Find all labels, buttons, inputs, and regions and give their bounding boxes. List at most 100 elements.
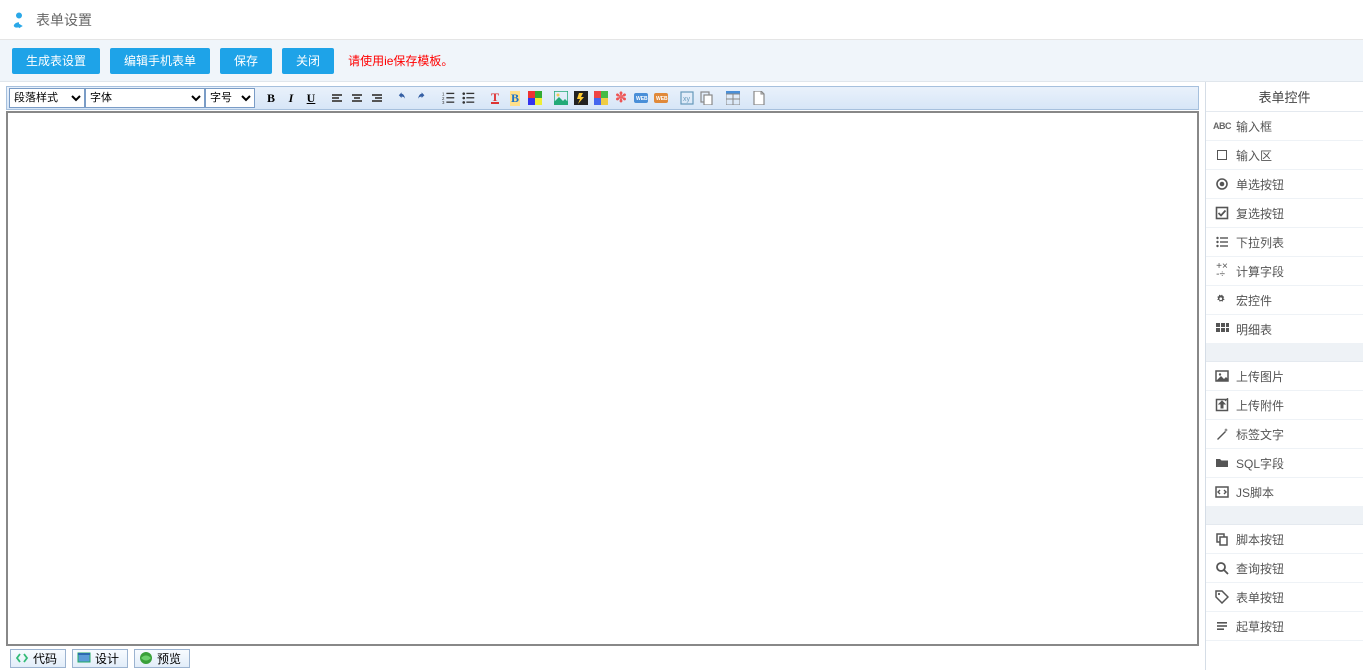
control-js[interactable]: JS脚本 bbox=[1206, 478, 1363, 507]
preview-tab[interactable]: 预览 bbox=[134, 649, 190, 668]
control-label: 上传附件 bbox=[1236, 397, 1284, 414]
calc-icon: +×-÷ bbox=[1214, 263, 1230, 279]
control-draftbtn[interactable]: 起草按钮 bbox=[1206, 612, 1363, 641]
new-page-button[interactable] bbox=[749, 88, 769, 108]
sidebar-heading: 表单控件 bbox=[1206, 82, 1363, 112]
control-label: 计算字段 bbox=[1236, 263, 1284, 280]
web-editor2-button[interactable]: WEB bbox=[651, 88, 671, 108]
control-input[interactable]: ABC 输入框 bbox=[1206, 112, 1363, 141]
control-select[interactable]: 下拉列表 bbox=[1206, 228, 1363, 257]
control-label: 上传图片 bbox=[1236, 368, 1284, 385]
insert-template-button[interactable] bbox=[697, 88, 717, 108]
formbtn-icon bbox=[1214, 589, 1230, 605]
insert-table-button[interactable] bbox=[723, 88, 743, 108]
control-radio[interactable]: 单选按钮 bbox=[1206, 170, 1363, 199]
unordered-list-button[interactable] bbox=[459, 88, 479, 108]
draftbtn-icon bbox=[1214, 618, 1230, 634]
js-icon bbox=[1214, 484, 1230, 500]
control-textarea[interactable]: 输入区 bbox=[1206, 141, 1363, 170]
control-label: 标签文字 bbox=[1236, 426, 1284, 443]
form-settings-icon bbox=[10, 11, 28, 29]
font-family-select[interactable]: 字体 bbox=[85, 88, 205, 108]
control-label: 表单按钮 bbox=[1236, 589, 1284, 606]
sidebar-divider bbox=[1206, 344, 1363, 362]
control-formbtn[interactable]: 表单按钮 bbox=[1206, 583, 1363, 612]
upfile-icon bbox=[1214, 397, 1230, 413]
control-label: 明细表 bbox=[1236, 321, 1272, 338]
control-upfile[interactable]: 上传附件 bbox=[1206, 391, 1363, 420]
control-label: 起草按钮 bbox=[1236, 618, 1284, 635]
ordered-list-button[interactable]: 123 bbox=[439, 88, 459, 108]
edit-mobile-form-button[interactable]: 编辑手机表单 bbox=[110, 48, 210, 74]
web-editor-button[interactable]: WEB bbox=[631, 88, 651, 108]
control-label: JS脚本 bbox=[1236, 484, 1274, 501]
control-scriptbtn[interactable]: 脚本按钮 bbox=[1206, 525, 1363, 554]
scriptbtn-icon bbox=[1214, 531, 1230, 547]
preview-tab-label: 预览 bbox=[157, 650, 181, 667]
align-center-button[interactable] bbox=[347, 88, 367, 108]
macro-icon bbox=[1214, 292, 1230, 308]
editor-mode-tabs: 代码 设计 预览 bbox=[6, 646, 1199, 670]
control-detail[interactable]: 明细表 bbox=[1206, 315, 1363, 344]
control-querybtn[interactable]: 查询按钮 bbox=[1206, 554, 1363, 583]
control-sql[interactable]: SQL字段 bbox=[1206, 449, 1363, 478]
generate-table-button[interactable]: 生成表设置 bbox=[12, 48, 100, 74]
close-button[interactable]: 关闭 bbox=[282, 48, 334, 74]
design-tab-label: 设计 bbox=[95, 650, 119, 667]
insert-flash-button[interactable] bbox=[571, 88, 591, 108]
page-header: 表单设置 bbox=[0, 0, 1363, 40]
bg-color-button[interactable]: B bbox=[505, 88, 525, 108]
upimg-icon bbox=[1214, 368, 1230, 384]
control-label: 下拉列表 bbox=[1236, 234, 1284, 251]
design-icon bbox=[77, 651, 91, 665]
control-calc[interactable]: +×-÷ 计算字段 bbox=[1206, 257, 1363, 286]
color-picker-button[interactable] bbox=[525, 88, 545, 108]
radio-icon bbox=[1214, 176, 1230, 192]
control-label: 脚本按钮 bbox=[1236, 531, 1284, 548]
control-label: 复选按钮 bbox=[1236, 205, 1284, 222]
svg-text:WEB: WEB bbox=[656, 96, 668, 102]
paragraph-style-select[interactable]: 段落样式 bbox=[9, 88, 85, 108]
align-left-button[interactable] bbox=[327, 88, 347, 108]
font-size-select[interactable]: 字号 bbox=[205, 88, 255, 108]
control-checkbox[interactable]: 复选按钮 bbox=[1206, 199, 1363, 228]
checkbox-icon bbox=[1214, 205, 1230, 221]
align-right-button[interactable] bbox=[367, 88, 387, 108]
code-icon bbox=[15, 651, 29, 665]
text-color-button[interactable]: T bbox=[485, 88, 505, 108]
code-tab-label: 代码 bbox=[33, 650, 57, 667]
svg-text:3: 3 bbox=[442, 100, 445, 105]
control-macro[interactable]: 宏控件 bbox=[1206, 286, 1363, 315]
special-char-button[interactable]: ✼ bbox=[611, 88, 631, 108]
control-label: 查询按钮 bbox=[1236, 560, 1284, 577]
page-title: 表单设置 bbox=[36, 10, 92, 30]
control-label: 单选按钮 bbox=[1236, 176, 1284, 193]
sidebar-divider bbox=[1206, 507, 1363, 525]
main-area: 段落样式 字体 字号 B I U 123 T B ✼ W bbox=[0, 82, 1363, 670]
underline-button[interactable]: U bbox=[301, 88, 321, 108]
insert-media-button[interactable] bbox=[591, 88, 611, 108]
insert-image-button[interactable] bbox=[551, 88, 571, 108]
editor-content-area[interactable] bbox=[6, 111, 1199, 646]
insert-field-button[interactable]: xy bbox=[677, 88, 697, 108]
editor-wrap: 段落样式 字体 字号 B I U 123 T B ✼ W bbox=[0, 82, 1205, 670]
italic-button[interactable]: I bbox=[281, 88, 301, 108]
svg-text:xy: xy bbox=[683, 96, 691, 103]
control-upimg[interactable]: 上传图片 bbox=[1206, 362, 1363, 391]
control-label: 宏控件 bbox=[1236, 292, 1272, 309]
input-icon: ABC bbox=[1214, 118, 1230, 134]
redo-button[interactable] bbox=[413, 88, 433, 108]
sql-icon bbox=[1214, 455, 1230, 471]
design-tab[interactable]: 设计 bbox=[72, 649, 128, 668]
label-icon bbox=[1214, 426, 1230, 442]
control-label: SQL字段 bbox=[1236, 455, 1284, 472]
control-label[interactable]: 标签文字 bbox=[1206, 420, 1363, 449]
control-label: 输入框 bbox=[1236, 118, 1272, 135]
controls-sidebar: 表单控件 ABC 输入框输入区单选按钮复选按钮下拉列表 +×-÷ 计算字段宏控件明细表… bbox=[1205, 82, 1363, 670]
detail-icon bbox=[1214, 321, 1230, 337]
undo-button[interactable] bbox=[393, 88, 413, 108]
code-tab[interactable]: 代码 bbox=[10, 649, 66, 668]
bold-button[interactable]: B bbox=[261, 88, 281, 108]
richtext-toolbar: 段落样式 字体 字号 B I U 123 T B ✼ W bbox=[6, 86, 1199, 110]
save-button[interactable]: 保存 bbox=[220, 48, 272, 74]
